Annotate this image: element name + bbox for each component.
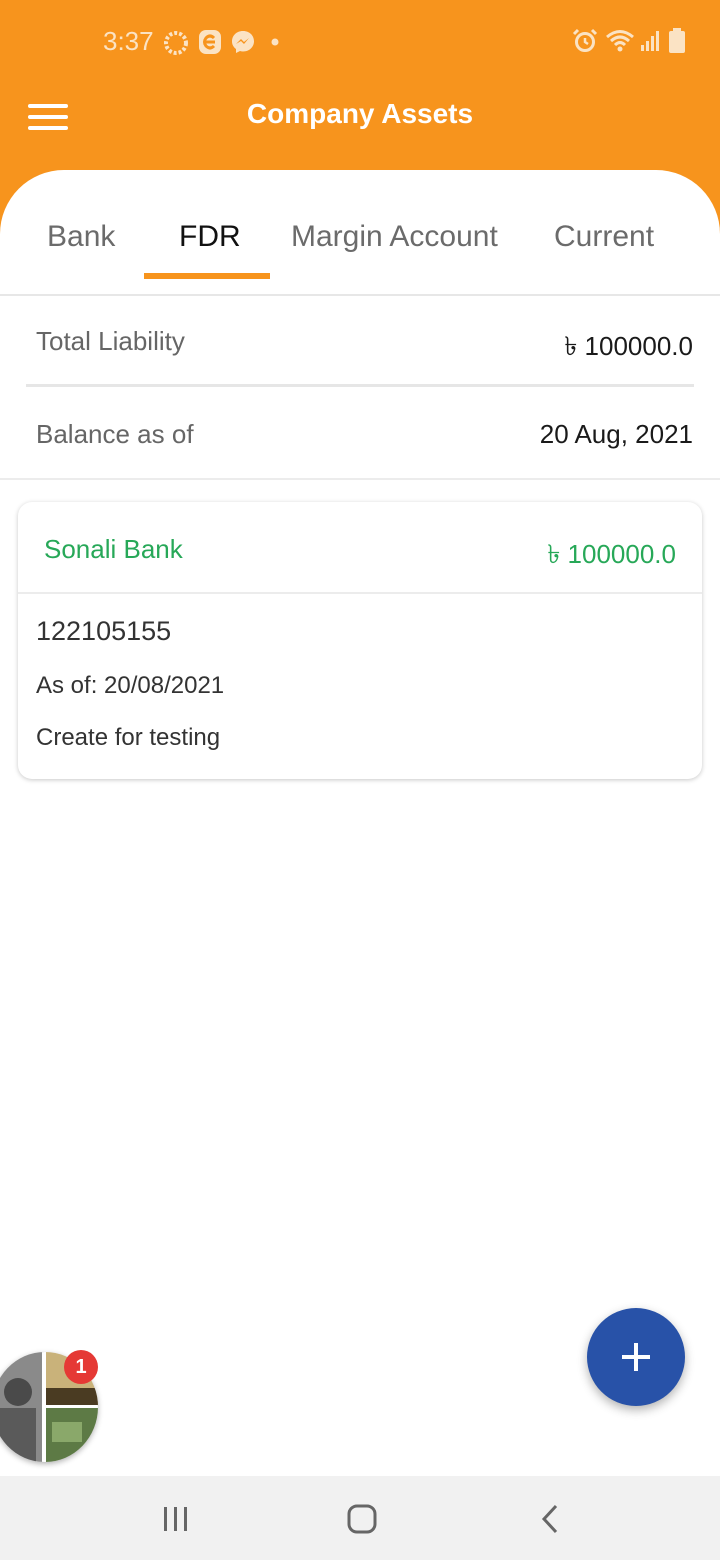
status-time: 3:37 — [103, 26, 154, 56]
tab-bank[interactable]: Bank — [47, 220, 115, 254]
status-bar: 3:37 — [0, 0, 720, 84]
tab-bar: Bank FDR Margin Account Current — [0, 170, 720, 296]
active-tab-indicator — [144, 273, 270, 279]
total-liability-label: Total Liability — [36, 326, 185, 356]
messenger-icon — [232, 31, 254, 53]
tab-margin-account[interactable]: Margin Account — [291, 220, 498, 254]
wifi-icon — [606, 30, 634, 52]
as-of-date: As of: 20/08/2021 — [36, 672, 225, 699]
system-nav-bar — [0, 1476, 720, 1560]
record-note: Create for testing — [36, 724, 221, 751]
home-icon[interactable] — [337, 1494, 387, 1544]
loading-ring-icon — [164, 31, 188, 55]
battery-icon — [669, 28, 685, 53]
notification-badge: 1 — [64, 1350, 98, 1384]
balance-label: Balance as of — [36, 419, 194, 449]
summary-divider — [26, 384, 694, 387]
signal-icon — [641, 31, 659, 51]
page-title: Company Assets — [246, 98, 474, 129]
dot-icon — [271, 38, 279, 46]
tab-fdr[interactable]: FDR — [179, 220, 241, 254]
card-header: Sonali Bank ৳ 100000.0 — [18, 502, 702, 594]
alarm-icon — [572, 28, 598, 52]
total-liability-value: ৳ 100000.0 — [564, 331, 693, 361]
balance-date: 20 Aug, 2021 — [539, 419, 693, 449]
back-icon[interactable] — [525, 1494, 575, 1544]
content-sheet: Bank FDR Margin Account Current Total Li… — [0, 170, 720, 1476]
bank-name: Sonali Bank — [44, 534, 183, 564]
add-button[interactable] — [587, 1308, 685, 1406]
fdr-record-card[interactable]: Sonali Bank ৳ 100000.0 122105155 As of: … — [18, 502, 702, 779]
tab-current[interactable]: Current — [554, 220, 654, 254]
recent-apps-icon[interactable] — [151, 1494, 201, 1544]
section-divider — [0, 478, 720, 480]
record-amount: ৳ 100000.0 — [547, 539, 676, 569]
e-app-icon — [199, 30, 221, 54]
account-number: 122105155 — [36, 616, 172, 646]
